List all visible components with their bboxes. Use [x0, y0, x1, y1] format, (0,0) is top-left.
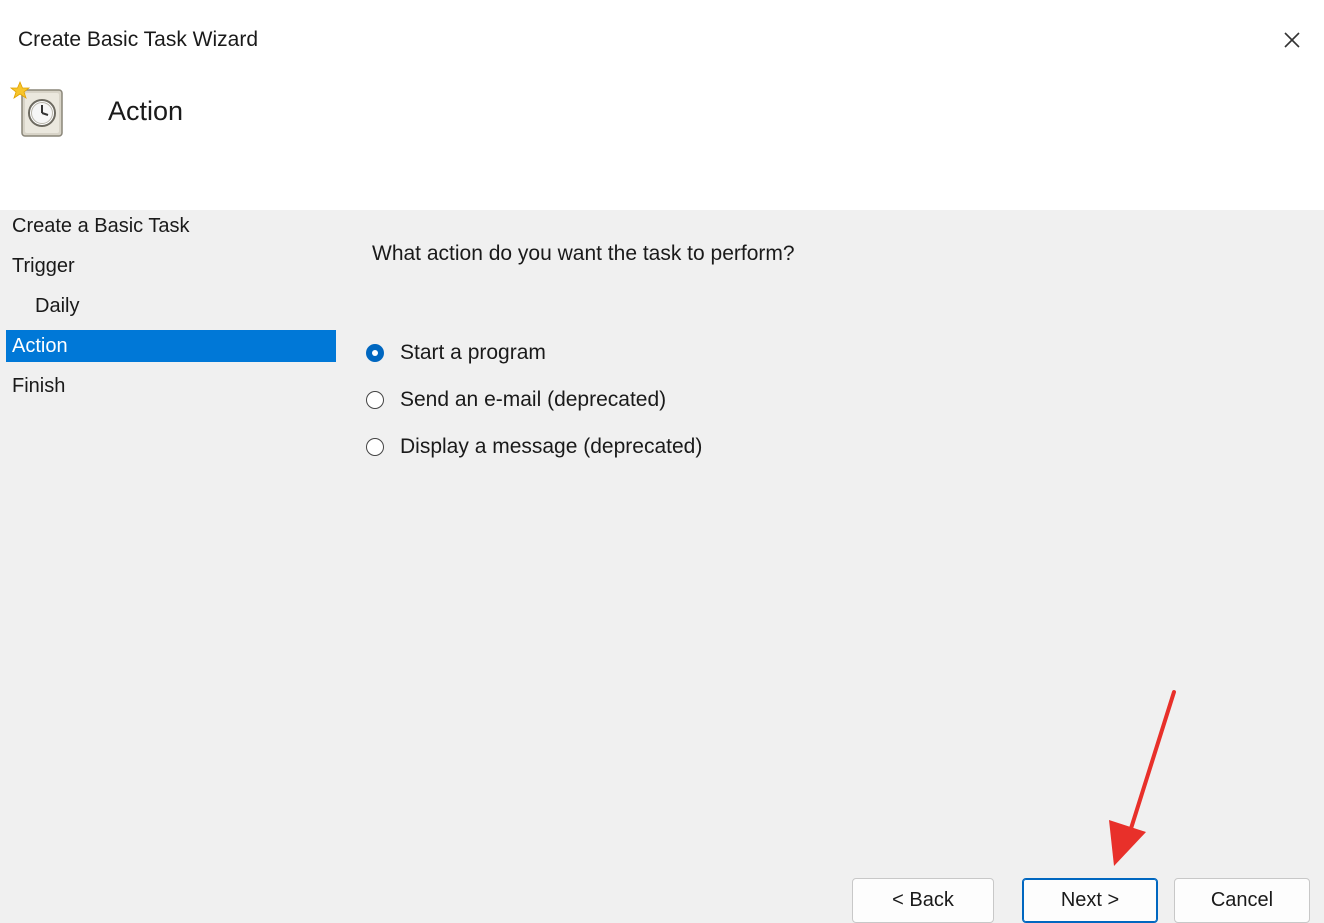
- wizard-steps-sidebar: Create a Basic Task Trigger Daily Action…: [0, 210, 340, 923]
- radio-send-email[interactable]: [366, 391, 384, 409]
- title-bar: Create Basic Task Wizard: [0, 0, 1324, 70]
- option-start-program[interactable]: Start a program: [366, 337, 546, 369]
- next-button[interactable]: Next >: [1022, 878, 1158, 923]
- sidebar-item-daily[interactable]: Daily: [6, 290, 336, 322]
- page-title: Action: [108, 96, 184, 126]
- option-label: Display a message (deprecated): [400, 435, 703, 458]
- sidebar-item-action[interactable]: Action: [6, 330, 336, 362]
- sidebar-item-create-basic-task[interactable]: Create a Basic Task: [6, 210, 336, 242]
- close-icon: [1284, 32, 1300, 48]
- action-question: What action do you want the task to perf…: [372, 242, 795, 265]
- option-label: Start a program: [400, 341, 546, 364]
- wizard-window: Create Basic Task Wizard Action Create a…: [0, 0, 1324, 923]
- sidebar-item-trigger[interactable]: Trigger: [6, 250, 336, 282]
- wizard-header: Action: [0, 70, 1324, 210]
- close-button[interactable]: [1274, 22, 1310, 58]
- option-label: Send an e-mail (deprecated): [400, 388, 667, 411]
- radio-display-message[interactable]: [366, 438, 384, 456]
- task-scheduler-clock-icon: [9, 80, 63, 137]
- option-send-email[interactable]: Send an e-mail (deprecated): [366, 384, 666, 416]
- option-display-message[interactable]: Display a message (deprecated): [366, 431, 702, 463]
- back-button[interactable]: < Back: [852, 878, 994, 923]
- radio-start-program[interactable]: [366, 344, 384, 362]
- sidebar-item-finish[interactable]: Finish: [6, 370, 336, 402]
- cancel-button[interactable]: Cancel: [1174, 878, 1310, 923]
- wizard-body: Create a Basic Task Trigger Daily Action…: [0, 210, 1324, 923]
- window-title: Create Basic Task Wizard: [18, 28, 259, 51]
